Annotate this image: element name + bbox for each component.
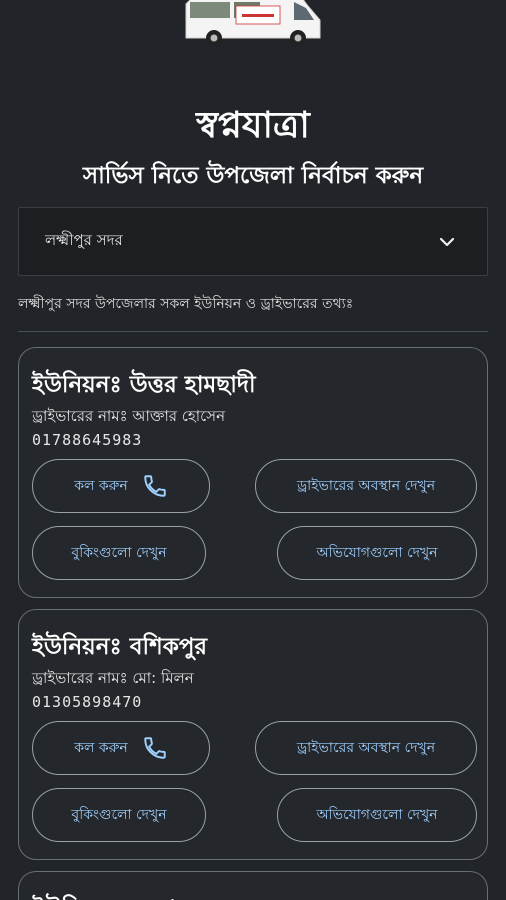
complaints-label: অভিযোগগুলো দেখুন: [316, 807, 438, 823]
union-card: ইউনিয়নঃ বশিকপুর ড্রাইভারের নামঃ মো: মিল…: [18, 609, 488, 860]
call-button-label: কল করুন: [74, 740, 128, 756]
page-subtitle: সার্ভিস নিতে উপজেলা নির্বাচন করুন: [82, 163, 424, 189]
bookings-label: বুকিংগুলো দেখুন: [71, 807, 167, 823]
bookings-label: বুকিংগুলো দেখুন: [71, 545, 167, 561]
union-title: ইউনিয়নঃ উত্তর হামছাদী: [32, 372, 256, 398]
complaints-button[interactable]: অভিযোগগুলো দেখুন: [277, 788, 477, 842]
driver-phone: 01305898470: [32, 693, 143, 711]
chevron-down-icon: [439, 237, 455, 246]
driver-location-button[interactable]: ড্রাইভারের অবস্থান দেখুন: [255, 459, 477, 513]
union-card: ইউনিয়নঃ চন্দ্রগঞ্জ: [18, 871, 488, 900]
ambulance-image: [185, 0, 321, 46]
union-title: ইউনিয়নঃ চন্দ্রগঞ্জ: [32, 890, 195, 900]
call-button[interactable]: কল করুন: [32, 459, 210, 513]
complaints-button[interactable]: অভিযোগগুলো দেখুন: [277, 526, 477, 580]
phone-icon: [144, 737, 166, 759]
bookings-button[interactable]: বুকিংগুলো দেখুন: [32, 788, 206, 842]
driver-phone: 01788645983: [32, 431, 143, 449]
call-button[interactable]: কল করুন: [32, 721, 210, 775]
driver-location-button[interactable]: ড্রাইভারের অবস্থান দেখুন: [255, 721, 477, 775]
upazila-select[interactable]: লক্ষ্মীপুর সদর: [18, 207, 488, 276]
bookings-button[interactable]: বুকিংগুলো দেখুন: [32, 526, 206, 580]
phone-icon: [144, 475, 166, 497]
driver-name: ড্রাইভারের নামঃ আক্তার হোসেন: [32, 407, 226, 425]
driver-name: ড্রাইভারের নামঃ মো: মিলন: [32, 669, 194, 687]
union-title: ইউনিয়নঃ বশিকপুর: [32, 634, 208, 660]
divider: [18, 331, 488, 332]
complaints-label: অভিযোগগুলো দেখুন: [316, 545, 438, 561]
call-button-label: কল করুন: [74, 478, 128, 494]
app-title: স্বপ্নযাত্রা: [196, 105, 310, 146]
union-card: ইউনিয়নঃ উত্তর হামছাদী ড্রাইভারের নামঃ আ…: [18, 347, 488, 598]
info-text: লক্ষ্মীপুর সদর উপজেলার সকল ইউনিয়ন ও ড্র…: [18, 296, 354, 312]
upazila-select-value: লক্ষ্মীপুর সদর: [45, 231, 123, 249]
driver-location-label: ড্রাইভারের অবস্থান দেখুন: [296, 478, 436, 494]
driver-location-label: ড্রাইভারের অবস্থান দেখুন: [296, 740, 436, 756]
